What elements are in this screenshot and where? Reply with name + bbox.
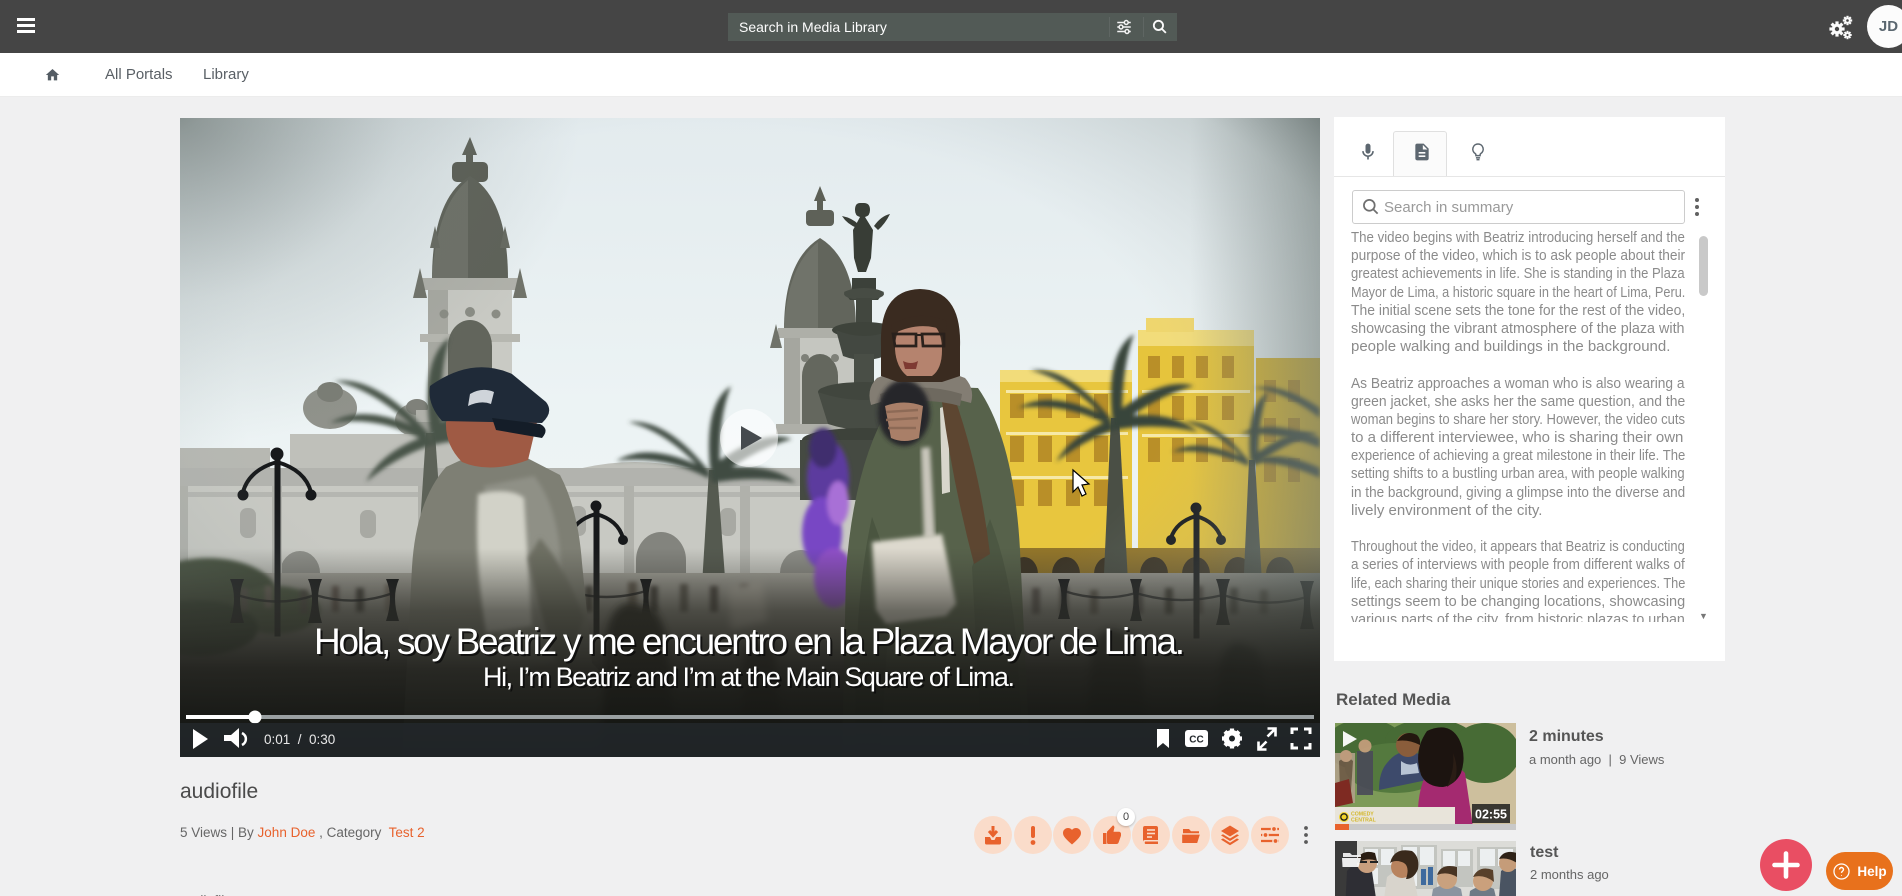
svg-text:CC: CC bbox=[1189, 735, 1203, 746]
svg-text:0:01 / 0:30: 0:01 / 0:30 bbox=[264, 732, 335, 747]
svg-text:02:55: 02:55 bbox=[1475, 808, 1507, 822]
svg-text:CENTRAL: CENTRAL bbox=[1351, 818, 1377, 824]
svg-text:Hola, soy Beatriz y me encuent: Hola, soy Beatriz y me encuentro en la P… bbox=[314, 621, 1185, 662]
svg-text:Hi, I’m Beatriz and I’m at the: Hi, I’m Beatriz and I’m at the Main Squa… bbox=[483, 662, 1015, 692]
